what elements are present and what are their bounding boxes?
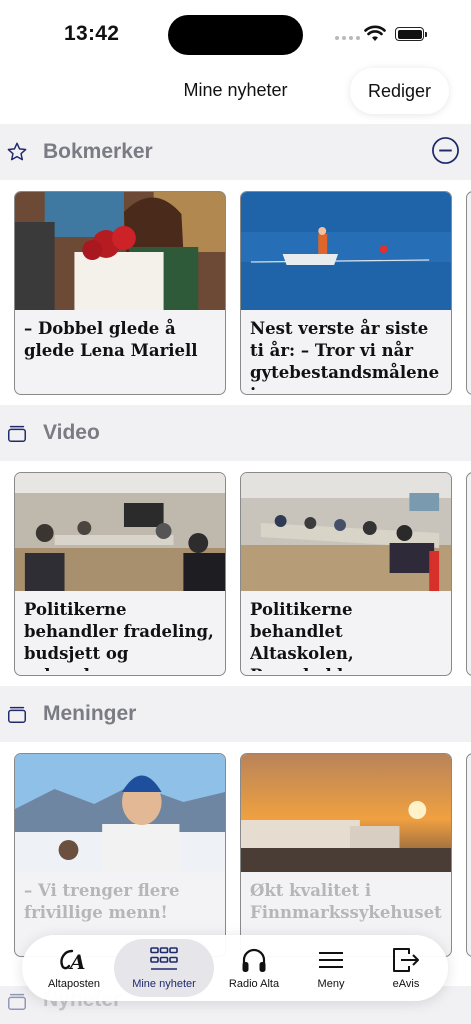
- hospital-sunset-photo: [241, 754, 451, 872]
- wifi-icon: [364, 25, 386, 41]
- tab-my-news[interactable]: Mine nyheter: [114, 939, 214, 997]
- article-card[interactable]: Nest verste år siste ti år: – Tror vi nå…: [240, 191, 452, 395]
- battery-icon: [395, 27, 427, 41]
- tab-label: Mine nyheter: [132, 978, 196, 990]
- section-video: Video Politikerne behandler fradeling, b…: [0, 405, 471, 691]
- tab-label: Meny: [317, 978, 345, 990]
- altaposten-logo-text: A: [68, 950, 86, 973]
- article-card[interactable]: – Vi trenger flere frivillige menn!: [14, 753, 226, 957]
- section-title: Bokmerker: [43, 140, 153, 163]
- article-card[interactable]: Politikerne behandlet Altaskolen, Resseb…: [240, 472, 452, 676]
- section-opinions: Meninger – Vi trenger flere frivillige m…: [0, 686, 471, 972]
- headphones-icon: [238, 945, 270, 975]
- card-headline: Nest verste år siste ti år: – Tror vi nå…: [250, 319, 440, 390]
- hamburger-menu-icon: [315, 945, 347, 975]
- tab-label: eAvis: [392, 978, 420, 990]
- card-headline: Politikerne behandler fradeling, budsjet…: [24, 600, 214, 671]
- remove-section-icon[interactable]: [431, 136, 460, 165]
- man-in-winter-photo: [15, 754, 225, 872]
- status-time: 13:42: [64, 22, 120, 45]
- stack-icon: [8, 706, 26, 723]
- exit-arrow-icon: [390, 945, 422, 975]
- stack-icon: [8, 425, 26, 442]
- article-card-partial[interactable]: [466, 753, 471, 957]
- article-card[interactable]: – Dobbel glede å glede Lena Mariell: [14, 191, 226, 395]
- section-title: Meninger: [43, 702, 137, 725]
- section-header: Meninger: [0, 686, 471, 742]
- status-bar: 13:42: [0, 0, 471, 64]
- card-headline: Politikerne behandlet Altaskolen, Resseb…: [250, 600, 399, 671]
- altaposten-logo-icon: A: [58, 945, 90, 975]
- tab-label: Radio Alta: [228, 978, 280, 990]
- card-carousel[interactable]: – Dobbel glede å glede Lena Mariell Nest…: [0, 180, 471, 410]
- card-carousel[interactable]: Politikerne behandler fradeling, budsjet…: [0, 461, 471, 691]
- tab-altaposten[interactable]: A Altaposten: [24, 939, 124, 997]
- article-card[interactable]: Politikerne behandler fradeling, budsjet…: [14, 472, 226, 676]
- section-title: Video: [43, 421, 100, 444]
- boat-on-sea-photo: [241, 192, 451, 310]
- tab-eavis[interactable]: eAvis: [356, 939, 456, 997]
- article-card-partial[interactable]: [466, 472, 471, 676]
- tab-bar: A Altaposten Mine nyheter Radio Alta Men…: [22, 935, 448, 1001]
- section-header: Bokmerker: [0, 124, 471, 180]
- grid-icon: [148, 945, 180, 975]
- section-bookmarks: Bokmerker – Dobbel glede å glede Lena Ma…: [0, 124, 471, 410]
- tab-label: Altaposten: [48, 978, 100, 990]
- article-card-partial[interactable]: [466, 191, 471, 395]
- dynamic-island: [168, 15, 303, 55]
- cellular-signal-icon: [335, 36, 360, 40]
- article-card[interactable]: Økt kvalitet i Finnmarkssykehuset: [240, 753, 452, 957]
- edit-button[interactable]: Rediger: [350, 68, 449, 114]
- section-header: Video: [0, 405, 471, 461]
- star-icon: [7, 142, 27, 161]
- card-headline: – Dobbel glede å glede Lena Mariell: [24, 319, 198, 360]
- woman-with-poinsettia-photo: [15, 192, 225, 310]
- council-meeting-photo: [15, 473, 225, 591]
- council-meeting-photo-2: [241, 473, 451, 591]
